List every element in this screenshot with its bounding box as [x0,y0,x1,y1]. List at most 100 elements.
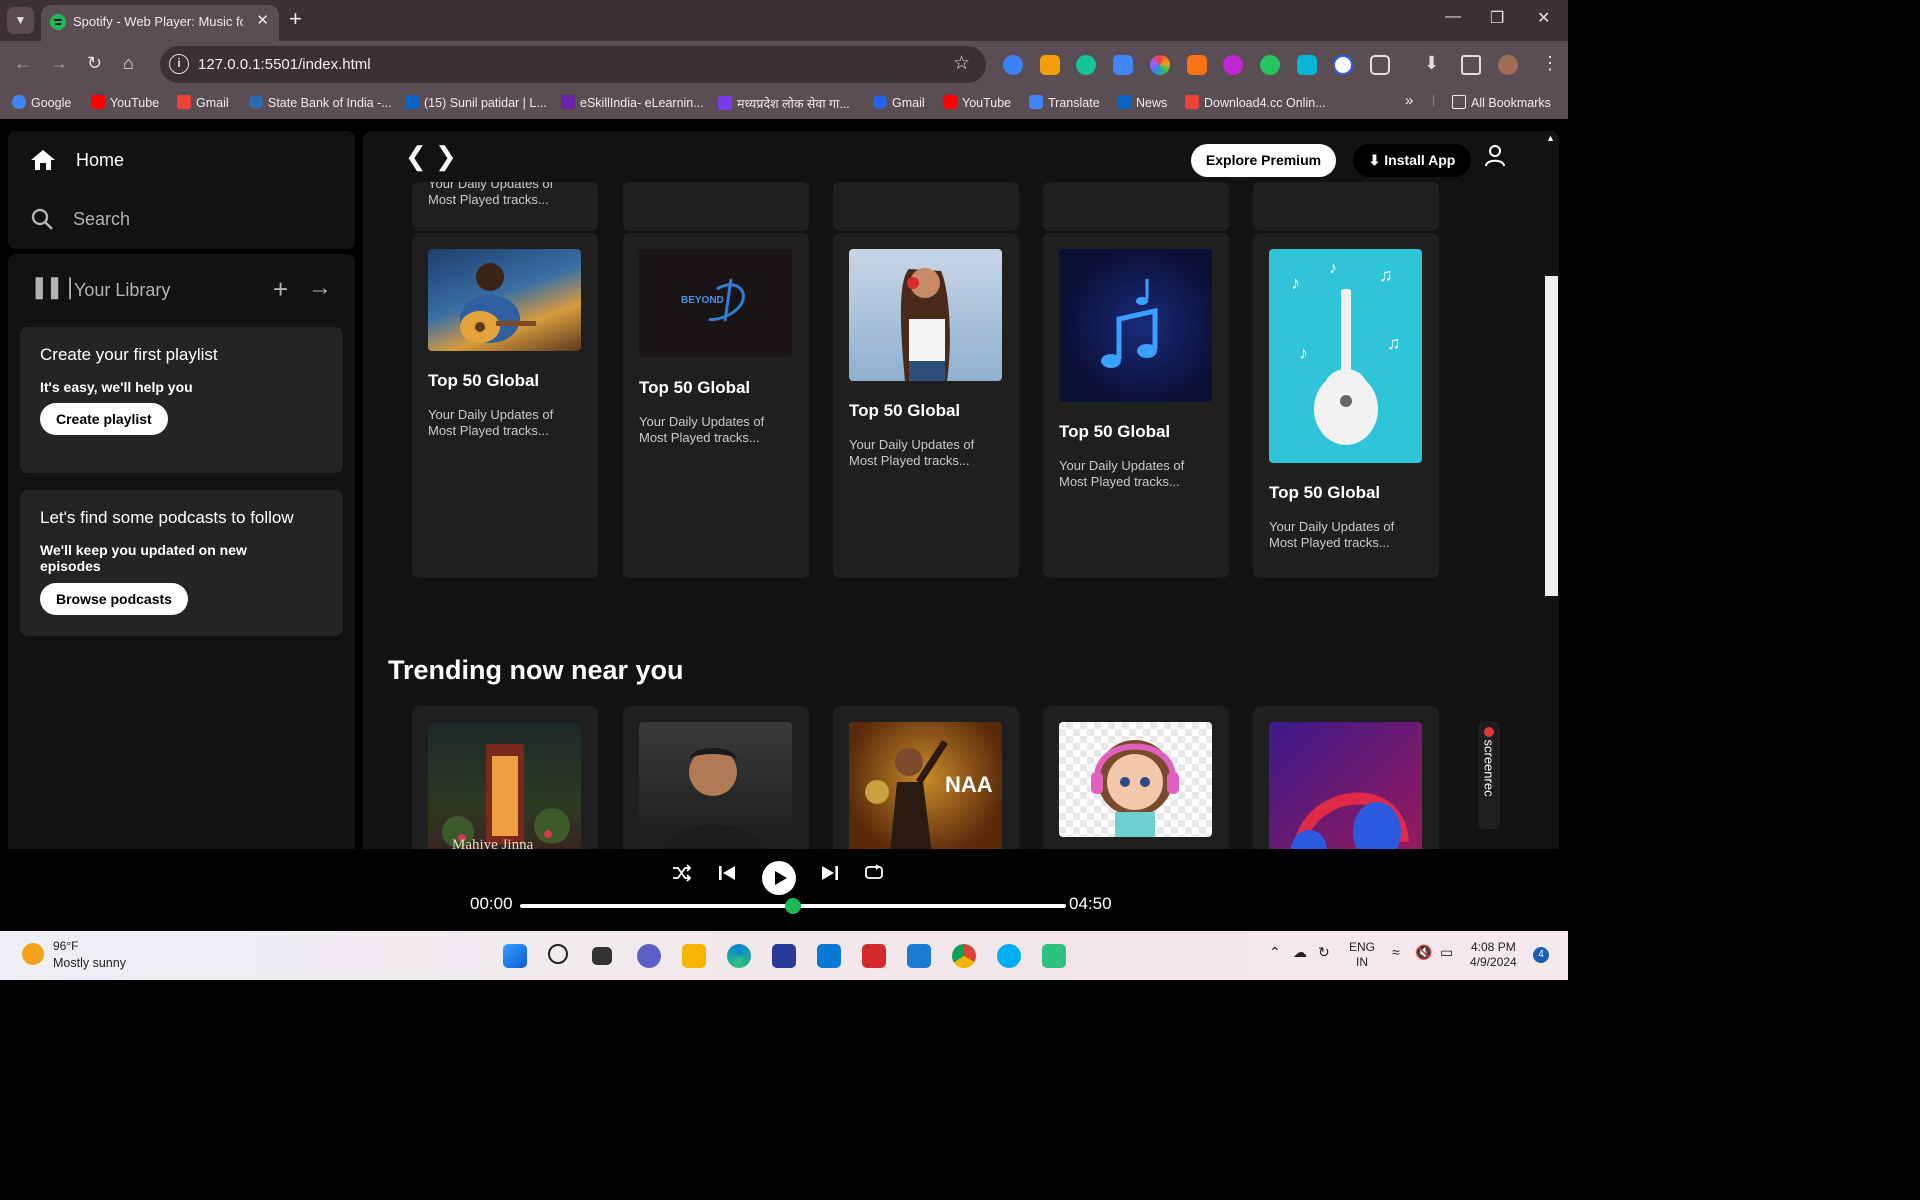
all-bookmarks[interactable]: All Bookmarks [1452,95,1551,110]
skype-icon[interactable] [997,944,1021,968]
color-picker-icon[interactable] [1150,55,1170,75]
address-bar[interactable]: i 127.0.0.1:5501/index.html ☆ [160,46,986,83]
card-stub[interactable]: Your Daily Updates of Most Played tracks… [412,182,598,231]
playlist-card[interactable]: Top 50 Global Your Daily Updates of Most… [833,233,1019,578]
bookmark-item[interactable]: Gmail [873,95,925,110]
share-icon[interactable] [1223,55,1243,75]
playlist-card[interactable]: BEYOND Top 50 Global Your Daily Updates … [623,233,809,578]
app-icon[interactable] [817,944,841,968]
extension-icon[interactable] [1333,55,1353,75]
language-indicator[interactable]: ENG IN [1349,940,1375,970]
sync-icon[interactable]: ↻ [1318,945,1330,960]
notification-badge[interactable]: 4 [1533,947,1549,963]
nav-search[interactable]: Search [30,207,130,236]
browse-podcasts-button[interactable]: Browse podcasts [40,583,188,615]
browser-menu-icon[interactable]: ⋮ [1541,53,1559,74]
tab-search-button[interactable]: ▼ [7,7,34,34]
bookmark-item[interactable]: eSkillIndia- eLearnin... [561,95,704,110]
progress-knob[interactable] [785,898,801,914]
screenrec-widget[interactable]: screenrec [1478,721,1500,829]
back-icon[interactable]: ← [14,53,32,74]
restore-button[interactable]: ❐ [1490,8,1504,28]
create-playlist-button[interactable]: Create playlist [40,403,168,435]
add-playlist-button[interactable]: + [273,274,288,305]
bookmark-item[interactable]: News [1117,95,1167,110]
side-panel-icon[interactable] [1461,55,1481,75]
volume-muted-icon[interactable]: 🔇 [1415,945,1432,960]
task-view-icon[interactable] [592,947,612,965]
more-bookmarks-icon[interactable]: » [1405,92,1413,109]
bookmark-star-icon[interactable]: ☆ [953,52,970,75]
wifi-icon[interactable]: ≈ [1392,945,1400,960]
profile-avatar[interactable] [1498,55,1518,75]
reload-icon[interactable]: ↻ [87,53,102,74]
bookmark-item[interactable]: State Bank of India -... [249,95,392,110]
extension-icon[interactable] [1040,55,1060,75]
url-text[interactable]: 127.0.0.1:5501/index.html [198,56,371,73]
extensions-puzzle-icon[interactable] [1370,55,1390,75]
install-app-button[interactable]: ⬇ Install App [1353,144,1471,177]
library-icon[interactable]: ❚❚❘ [30,274,79,300]
next-track-icon[interactable] [821,864,839,888]
weather-desc[interactable]: Mostly sunny [53,956,126,970]
tab-close-icon[interactable]: ✕ [256,11,269,29]
shuffle-icon[interactable] [672,864,692,888]
play-button[interactable] [762,861,796,895]
playlist-card[interactable]: Top 50 Global Your Daily Updates of Most… [1043,233,1229,578]
chat-icon[interactable] [637,944,661,968]
site-info-icon[interactable]: i [169,54,189,74]
tray-chevron-icon[interactable]: ⌃ [1269,945,1281,960]
weather-sun-icon[interactable] [22,943,44,965]
clock[interactable]: 4:08 PM 4/9/2024 [1470,940,1517,970]
taskbar-search-icon[interactable] [548,944,568,964]
explore-premium-button[interactable]: Explore Premium [1191,144,1336,177]
weather-temp[interactable]: 96°F [53,939,78,953]
scrollbar-thumb[interactable] [1545,276,1558,596]
card-stub[interactable] [833,182,1019,231]
bookmark-item[interactable]: मध्यप्रदेश लोक सेवा गा... [718,95,850,112]
windows-start-icon[interactable] [503,944,527,968]
add-extension-icon[interactable] [1260,55,1280,75]
home-browser-icon[interactable]: ⌂ [123,53,134,74]
card-stub[interactable] [1253,182,1439,231]
onedrive-icon[interactable]: ☁ [1293,945,1307,960]
card-stub[interactable] [1043,182,1229,231]
bookmark-item[interactable]: YouTube [943,95,1011,110]
repeat-icon[interactable] [864,864,884,888]
file-explorer-icon[interactable] [682,944,706,968]
bookmark-item[interactable]: Gmail [177,95,229,110]
edge-icon[interactable] [727,944,751,968]
previous-track-icon[interactable] [718,864,736,888]
vscode-icon[interactable] [907,944,931,968]
progress-bar[interactable] [520,898,1066,914]
bookmark-item[interactable]: Google [12,95,71,110]
bookmark-item[interactable]: (15) Sunil patidar | L... [405,95,547,110]
back-arrow-icon[interactable]: ❮ [405,141,427,172]
extension-icon[interactable] [1297,55,1317,75]
bookmark-item[interactable]: Translate [1029,95,1100,110]
extension-icon[interactable] [1003,55,1023,75]
bookmark-item[interactable]: Download4.cc Onlin... [1185,95,1326,110]
nav-home[interactable]: Home [30,149,124,176]
browser-tab[interactable]: Spotify - Web Player: Music for ✕ [41,5,279,41]
grammarly-icon[interactable] [1076,55,1096,75]
chrome-icon[interactable] [952,944,976,968]
app-icon[interactable] [772,944,796,968]
scroll-up-icon[interactable]: ▲ [1546,133,1555,143]
library-title[interactable]: Your Library [74,280,170,301]
extension-icon[interactable] [1187,55,1207,75]
mcafee-icon[interactable] [862,944,886,968]
playlist-card[interactable]: ♪ ♫ ♪ ♫ ♪ Top 50 Global Your Daily Updates o… [1253,233,1439,578]
meet-icon[interactable] [1042,944,1066,968]
user-profile-icon[interactable] [1485,145,1505,172]
card-stub[interactable] [623,182,809,231]
new-tab-button[interactable]: + [289,6,302,32]
close-window-button[interactable]: ✕ [1537,8,1550,28]
expand-library-arrow-icon[interactable]: → [308,274,332,302]
playlist-card[interactable]: Top 50 Global Your Daily Updates of Most… [412,233,598,578]
forward-arrow-icon[interactable]: ❯ [435,141,457,172]
bookmark-item[interactable]: YouTube [91,95,159,110]
google-translate-icon[interactable] [1113,55,1133,75]
battery-icon[interactable]: ▭ [1440,945,1453,960]
minimize-button[interactable]: — [1445,8,1461,26]
